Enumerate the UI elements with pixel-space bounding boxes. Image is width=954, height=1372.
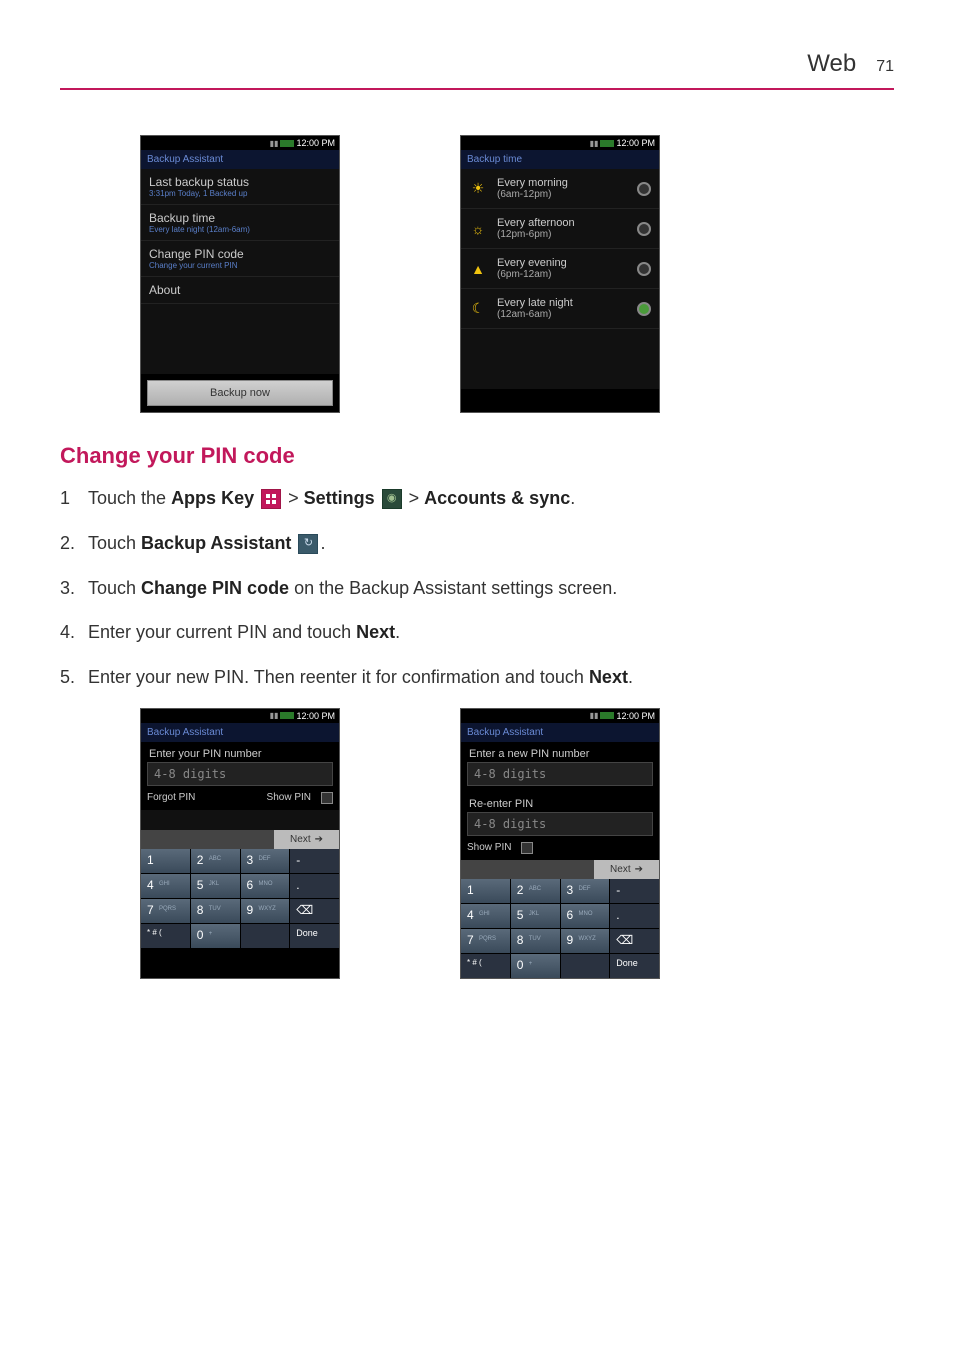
step-2: 2. Touch Backup Assistant ↻. [60,529,894,558]
keypad-key[interactable]: 1 [461,879,510,903]
evening-icon: ▲ [469,260,487,278]
keypad-key[interactable]: * # ( [141,924,190,948]
keypad-key[interactable]: . [610,904,659,928]
keypad-key[interactable] [241,924,290,948]
step-3: 3. Touch Change PIN code on the Backup A… [60,574,894,603]
radio-button[interactable] [637,222,651,236]
radio-button[interactable] [637,262,651,276]
keypad-key[interactable]: 4GHI [461,904,510,928]
setting-last-backup-status[interactable]: Last backup status 3:31pm Today, 1 Backe… [141,169,339,205]
signal-icon: ▮▮ [590,711,599,720]
next-icon: ➔ [635,864,643,875]
keypad-key[interactable]: 7PQRS [461,929,510,953]
status-clock: 12:00 PM [296,711,335,721]
afternoon-icon: ☼ [469,220,487,238]
reenter-pin-input[interactable]: 4-8 digits [467,812,653,836]
show-pin-checkbox[interactable] [521,842,533,854]
keypad-key[interactable]: - [610,879,659,903]
step-1: 1 Touch the Apps Key > Settings ◉ > Acco… [60,484,894,513]
night-icon: ☾ [469,300,487,318]
option-every-evening[interactable]: ▲ Every evening (6pm-12am) [461,249,659,289]
signal-icon: ▮▮ [270,711,279,720]
battery-icon [280,712,294,719]
screenshot-backup-time: ▮▮ 12:00 PM Backup time ☀ Every morning … [460,135,660,413]
keypad-key[interactable]: 1 [141,849,190,873]
show-pin-label: Show PIN [467,842,511,853]
battery-icon [280,140,294,147]
step-5: 5. Enter your new PIN. Then reenter it f… [60,663,894,692]
keypad-key[interactable] [561,954,610,978]
setting-backup-time[interactable]: Backup time Every late night (12am-6am) [141,205,339,241]
keypad-key[interactable]: 0+ [511,954,560,978]
page-number: 71 [876,58,894,76]
status-clock: 12:00 PM [616,711,655,721]
screen-title: Backup time [461,150,659,169]
option-every-morning[interactable]: ☀ Every morning (6am-12pm) [461,169,659,209]
settings-icon: ◉ [382,489,402,509]
next-button[interactable]: Next ➔ [594,860,659,879]
status-clock: 12:00 PM [616,138,655,148]
morning-icon: ☀ [469,180,487,198]
keypad-key[interactable]: 2ABC [191,849,240,873]
keypad-key[interactable]: 6MNO [561,904,610,928]
keypad-done[interactable]: Done [610,954,659,978]
show-pin-checkbox[interactable] [321,792,333,804]
battery-icon [600,712,614,719]
screen-title: Backup Assistant [141,150,339,169]
keypad-key[interactable]: * # ( [461,954,510,978]
reenter-pin-label: Re-enter PIN [461,792,659,812]
keypad-key[interactable]: 9WXYZ [561,929,610,953]
new-pin-input[interactable]: 4-8 digits [467,762,653,786]
status-clock: 12:00 PM [296,138,335,148]
apps-key-icon [261,489,281,509]
keypad-key[interactable]: - [290,849,339,873]
change-pin-heading: Change your PIN code [60,443,894,469]
screenshot-new-pin: ▮▮ 12:00 PM Backup Assistant Enter a new… [460,708,660,979]
next-icon: ➔ [315,834,323,845]
signal-icon: ▮▮ [590,139,599,148]
keypad-key[interactable]: 5JKL [191,874,240,898]
setting-change-pin[interactable]: Change PIN code Change your current PIN [141,241,339,277]
backup-now-button[interactable]: Backup now [147,380,333,406]
screen-title: Backup Assistant [141,723,339,742]
forgot-pin-link[interactable]: Forgot PIN [147,792,195,803]
screenshot-enter-pin: ▮▮ 12:00 PM Backup Assistant Enter your … [140,708,340,979]
numeric-keypad: 1 2ABC 3DEF - 4GHI 5JKL 6MNO . 7PQRS 8TU… [141,849,339,948]
numeric-keypad: 1 2ABC 3DEF - 4GHI 5JKL 6MNO . 7PQRS 8TU… [461,879,659,978]
screenshot-backup-settings: ▮▮ 12:00 PM Backup Assistant Last backup… [140,135,340,413]
setting-about[interactable]: About [141,277,339,304]
keypad-key[interactable]: 8TUV [191,899,240,923]
step-4: 4. Enter your current PIN and touch Next… [60,618,894,647]
option-every-afternoon[interactable]: ☼ Every afternoon (12pm-6pm) [461,209,659,249]
show-pin-label: Show PIN [267,792,311,803]
keypad-key[interactable]: 3DEF [561,879,610,903]
keypad-backspace[interactable]: ⌫ [610,929,659,953]
signal-icon: ▮▮ [270,139,279,148]
option-every-late-night[interactable]: ☾ Every late night (12am-6am) [461,289,659,329]
keypad-key[interactable]: 7PQRS [141,899,190,923]
keypad-key[interactable]: . [290,874,339,898]
keypad-key[interactable]: 4GHI [141,874,190,898]
keypad-done[interactable]: Done [290,924,339,948]
keypad-key[interactable]: 5JKL [511,904,560,928]
pin-input[interactable]: 4-8 digits [147,762,333,786]
keypad-key[interactable]: 9WXYZ [241,899,290,923]
screen-title: Backup Assistant [461,723,659,742]
keypad-key[interactable]: 2ABC [511,879,560,903]
enter-pin-label: Enter your PIN number [141,742,339,762]
backup-assistant-icon: ↻ [298,534,318,554]
header-rule [60,88,894,90]
next-button[interactable]: Next ➔ [274,830,339,849]
new-pin-label: Enter a new PIN number [461,742,659,762]
keypad-key[interactable]: 6MNO [241,874,290,898]
section-header: Web [807,50,856,78]
keypad-key[interactable]: 3DEF [241,849,290,873]
keypad-key[interactable]: 8TUV [511,929,560,953]
keypad-key[interactable]: 0+ [191,924,240,948]
battery-icon [600,140,614,147]
radio-button[interactable] [637,182,651,196]
keypad-backspace[interactable]: ⌫ [290,899,339,923]
radio-button[interactable] [637,302,651,316]
